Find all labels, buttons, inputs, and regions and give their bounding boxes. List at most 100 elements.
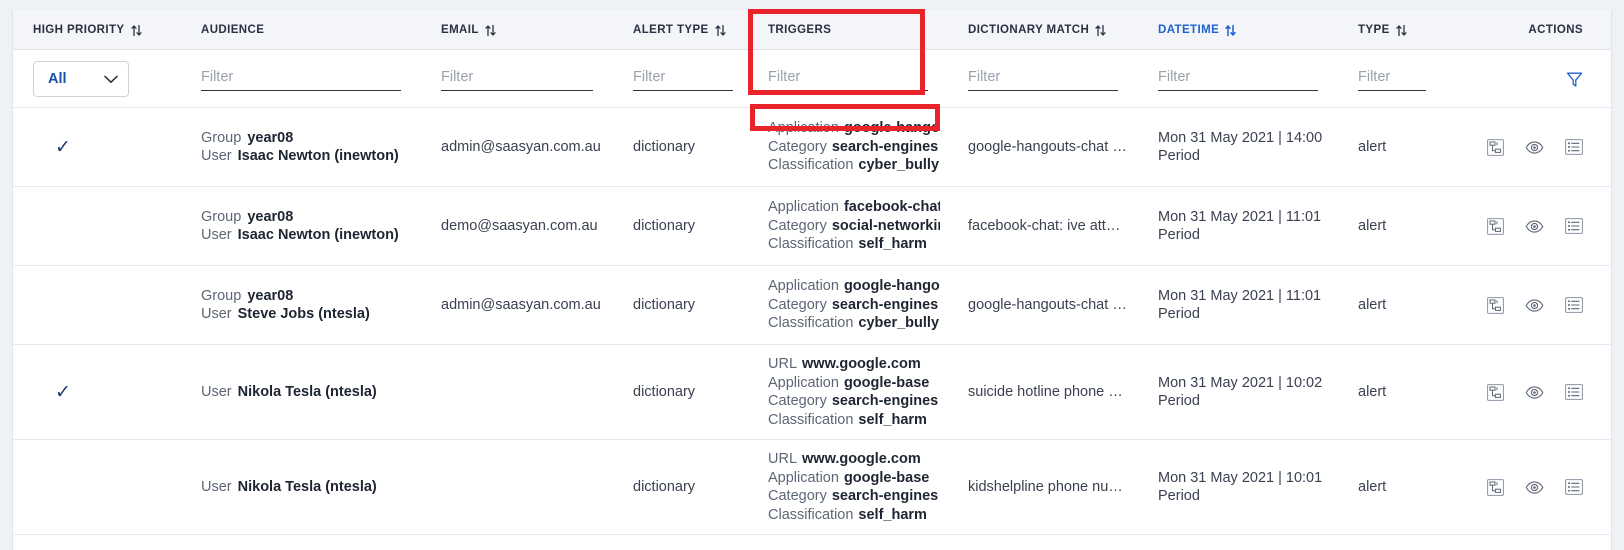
cell-actions (1456, 108, 1611, 186)
filter-cell-alert-type (613, 50, 748, 108)
cell-high-priority (13, 266, 181, 344)
audience-group-value: year08 (247, 208, 294, 225)
audience-user: User Isaac Newton (inewton) (201, 147, 413, 166)
sort-icon[interactable] (485, 24, 496, 37)
chevron-down-icon (104, 75, 118, 84)
alerts-table-page: HIGH PRIORITY AUDIENCE EMAIL ALERT TYPE (0, 0, 1624, 550)
list-detail-icon[interactable] (1565, 297, 1583, 313)
datetime-period: Period (1158, 488, 1200, 504)
trigger-application-value: google-base (843, 374, 930, 391)
trigger-application: Application google-base (768, 374, 940, 393)
eye-icon[interactable] (1525, 140, 1544, 155)
high-priority-select[interactable]: All (33, 61, 129, 97)
sort-icon[interactable] (130, 24, 142, 37)
audience-filter-input[interactable] (201, 67, 401, 91)
datetime-stamp: Mon 31 May 2021 | 11:01 (1158, 208, 1322, 225)
email-filter-input[interactable] (441, 67, 593, 91)
column-header-alert-type[interactable]: ALERT TYPE (613, 10, 748, 50)
email-value: demo@saasyan.com.au (441, 217, 598, 234)
list-detail-icon[interactable] (1565, 218, 1583, 234)
column-header-audience[interactable]: AUDIENCE (181, 10, 421, 50)
column-header-type[interactable]: TYPE (1338, 10, 1456, 50)
datetime-stamp: Mon 31 May 2021 | 10:02 (1158, 374, 1323, 391)
audience-group: Group year08 (201, 129, 413, 148)
audience-user-label: User (201, 148, 232, 164)
filter-cell-high-priority: All (13, 50, 181, 108)
alert-type-filter-input[interactable] (633, 67, 733, 91)
cell-triggers: URL www.google.com Application google-base C… (748, 345, 948, 439)
trigger-classification: Classification self_harm (768, 506, 940, 525)
triggers-filter-input[interactable] (768, 67, 928, 91)
audience-group-label: Group (201, 287, 242, 304)
trigger-category-value: search-engines (831, 393, 939, 409)
table-row[interactable]: Group year08 User Isaac Newton (inewton) dem… (13, 187, 1611, 266)
trigger-url: URL www.google.com (768, 450, 940, 469)
filter-funnel-icon[interactable] (1566, 71, 1583, 88)
list-detail-icon[interactable] (1565, 479, 1583, 495)
trigger-application-value: google-hangou (843, 278, 940, 295)
cell-dictionary-match: suicide hotline phone n… (948, 345, 1138, 439)
sort-icon[interactable] (1095, 24, 1106, 37)
type-filter-input[interactable] (1358, 67, 1426, 91)
sort-icon-active[interactable] (1225, 24, 1236, 37)
eye-icon[interactable] (1525, 385, 1544, 400)
sort-icon[interactable] (1396, 24, 1407, 37)
datetime-filter-input[interactable] (1158, 67, 1318, 91)
sort-icon[interactable] (714, 24, 726, 37)
column-header-type-label: TYPE (1358, 24, 1390, 36)
cell-high-priority (13, 187, 181, 265)
cell-audience: User Nikola Tesla (ntesla) (181, 440, 421, 534)
cell-dictionary-match: facebook-chat: ive atte… (948, 187, 1138, 265)
cell-actions (1456, 345, 1611, 439)
column-header-datetime[interactable]: DATETIME (1138, 10, 1338, 50)
workflow-icon[interactable] (1487, 217, 1504, 235)
audience-group: Group year08 (201, 208, 413, 227)
filter-cell-type (1338, 50, 1456, 108)
cell-type: alert (1338, 187, 1456, 265)
eye-icon[interactable] (1525, 480, 1544, 495)
cell-actions (1456, 187, 1611, 265)
column-header-email[interactable]: EMAIL (421, 10, 613, 50)
trigger-category-label: Category (768, 488, 827, 504)
column-header-high-priority-label: HIGH PRIORITY (33, 24, 125, 36)
datetime-stamp: Mon 31 May 2021 | 14:00 (1158, 129, 1323, 146)
alerts-table: HIGH PRIORITY AUDIENCE EMAIL ALERT TYPE (12, 10, 1612, 550)
datetime-period: Period (1158, 227, 1200, 243)
table-row[interactable]: Group year08 User Steve Jobs (ntesla) admin@… (13, 266, 1611, 345)
trigger-application-label: Application (768, 469, 839, 486)
type-value: alert (1358, 138, 1387, 155)
column-header-dictionary-match[interactable]: DICTIONARY MATCH (948, 10, 1138, 50)
column-header-alert-type-label: ALERT TYPE (633, 24, 709, 36)
cell-email (421, 345, 613, 439)
table-row[interactable]: User Nikola Tesla (ntesla) dictionary URL ww… (13, 440, 1611, 535)
table-row[interactable]: ✓ Group year08 User Isaac Newton (inewton) ad… (13, 108, 1611, 187)
trigger-application: Application google-hangou (768, 277, 940, 296)
trigger-category: Category search-engines (768, 392, 940, 411)
audience-group-label: Group (201, 208, 242, 225)
cell-dictionary-match: google-hangouts-chat :… (948, 108, 1138, 186)
workflow-icon[interactable] (1487, 478, 1504, 496)
cell-datetime: Mon 31 May 2021 | 11:01 Period (1138, 266, 1338, 344)
eye-icon[interactable] (1525, 219, 1544, 234)
cell-datetime: Mon 31 May 2021 | 10:02 Period (1138, 345, 1338, 439)
filter-cell-audience (181, 50, 421, 108)
trigger-classification: Classification self_harm (768, 235, 940, 254)
dictionary-match-filter-input[interactable] (968, 67, 1118, 91)
list-detail-icon[interactable] (1565, 384, 1583, 400)
eye-icon[interactable] (1525, 298, 1544, 313)
table-row[interactable]: ✓ User Nikola Tesla (ntesla) dictionary URL w… (13, 345, 1611, 440)
workflow-icon[interactable] (1487, 296, 1504, 314)
alert-type-value: dictionary (633, 478, 696, 495)
column-header-triggers[interactable]: TRIGGERS (748, 10, 948, 50)
high-priority-select-value: All (48, 71, 67, 87)
column-header-high-priority[interactable]: HIGH PRIORITY (13, 10, 181, 50)
alert-type-value: dictionary (633, 296, 696, 313)
trigger-url: URL www.google.com (768, 355, 940, 374)
cell-audience: Group year08 User Isaac Newton (inewton) (181, 108, 421, 186)
cell-type: alert (1338, 345, 1456, 439)
trigger-category-value: search-engines (831, 488, 939, 504)
audience-user-value: Nikola Tesla (ntesla) (237, 383, 377, 400)
list-detail-icon[interactable] (1565, 139, 1583, 155)
workflow-icon[interactable] (1487, 383, 1504, 401)
workflow-icon[interactable] (1487, 138, 1504, 156)
